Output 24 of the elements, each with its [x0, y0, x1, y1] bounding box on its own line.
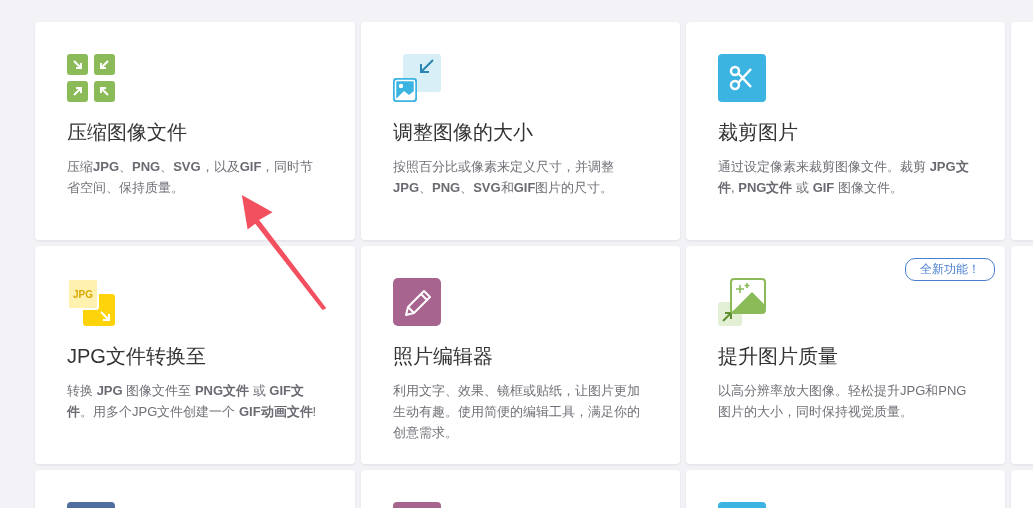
card-description: 按照百分比或像素来定义尺寸，并调整JPG、PNG、SVG和GIF图片的尺寸。	[393, 158, 615, 197]
tool-card[interactable]: 压缩图像文件 压缩JPG、PNG、SVG，以及GIF，同时节省空间、保持质量。	[35, 22, 355, 240]
upscale-image-icon	[718, 278, 766, 326]
card-description: 压缩JPG、PNG、SVG，以及GIF，同时节省空间、保持质量。	[67, 158, 315, 197]
card-title: JPG文件转换至	[67, 344, 207, 369]
card-title: 裁剪图片	[718, 120, 799, 145]
card-description: 通过设定像素来裁剪图像文件。裁剪 JPG文件, PNG文件 或 GIF 图像文件。	[718, 158, 970, 197]
card-description: 以高分辨率放大图像。轻松提升JPG和PNG图片的大小，同时保持视觉质量。	[718, 382, 968, 421]
card-title: 提升图片质量	[718, 344, 839, 369]
tool-card[interactable]: JPG JPG文件转换至 转换 JPG 图像文件至 PNG文件 或 GIF文件。用多个JPG文件创建一个 GIF动画文件!	[35, 246, 355, 464]
card-title: 调整图像的大小	[393, 120, 534, 145]
card-description: 转换 JPG 图像文件至 PNG文件 或 GIF文件。用多个JPG文件创建一个 GIF动画文件!	[67, 382, 318, 421]
scissors-icon	[718, 54, 766, 102]
tool-card[interactable]: 照片编辑器 利用文字、效果、镜框或贴纸，让图片更加生动有趣。使用简便的编辑工具，满足你的创意需求。	[361, 246, 680, 464]
card-description: 利用文字、效果、镜框或贴纸，让图片更加生动有趣。使用简便的编辑工具，满足你的创意需求。	[393, 382, 641, 442]
compress-arrows-icon	[67, 54, 115, 102]
pencil-icon	[393, 278, 441, 326]
new-feature-badge: 全新功能！	[905, 258, 995, 281]
card-title: 照片编辑器	[393, 344, 494, 369]
resize-image-icon	[393, 54, 441, 102]
tool-card[interactable]: 裁剪图片 通过设定像素来裁剪图像文件。裁剪 JPG文件, PNG文件 或 GIF 图像文件。	[686, 22, 1005, 240]
tool-card[interactable]: 全新功能！ 提升图片质量 以高分辨率放大图像。轻松提升JPG和PNG图片的大小，同时保持视觉质量。	[686, 246, 1005, 464]
card-title: 压缩图像文件	[67, 120, 188, 145]
tool-card[interactable]: 调整图像的大小 按照百分比或像素来定义尺寸，并调整JPG、PNG、SVG和GIF图片的尺寸。	[361, 22, 680, 240]
